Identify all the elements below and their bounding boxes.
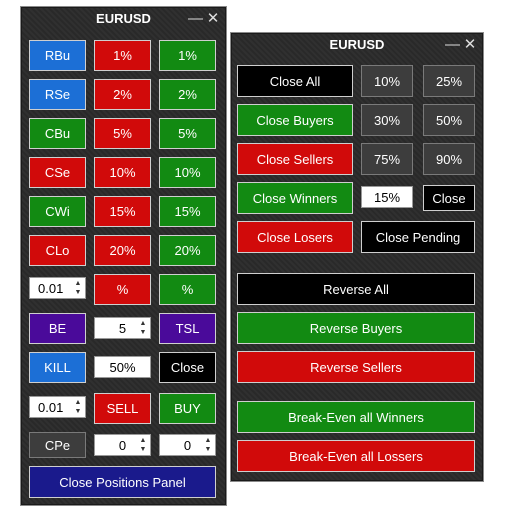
be-count-stepper[interactable]: 5 ▲ ▼ bbox=[94, 317, 151, 339]
cpe-button[interactable]: CPe bbox=[29, 432, 86, 458]
be-button[interactable]: BE bbox=[29, 313, 86, 344]
kill-close-button[interactable]: Close bbox=[159, 352, 216, 383]
breakeven-losers-button[interactable]: Break-Even all Lossers bbox=[237, 440, 475, 472]
spin-up-icon[interactable]: ▲ bbox=[140, 320, 147, 327]
kill-pct-input[interactable]: 50% bbox=[94, 356, 151, 378]
cwi-button[interactable]: CWi bbox=[29, 196, 86, 227]
custom-green-pct-button[interactable]: % bbox=[159, 274, 216, 305]
rse-red-pct-button[interactable]: 2% bbox=[94, 79, 151, 110]
reverse-all-button[interactable]: Reverse All bbox=[237, 273, 475, 305]
close-losers-button[interactable]: Close Losers bbox=[237, 221, 353, 253]
close-buyers-button[interactable]: Close Buyers bbox=[237, 104, 353, 136]
buy-button[interactable]: BUY bbox=[159, 393, 216, 424]
custom-pct-input[interactable]: 15% bbox=[361, 186, 413, 208]
pct-90-button[interactable]: 90% bbox=[423, 143, 475, 175]
rbu-green-pct-button[interactable]: 1% bbox=[159, 40, 216, 71]
clo-button[interactable]: CLo bbox=[29, 235, 86, 266]
reverse-buyers-button[interactable]: Reverse Buyers bbox=[237, 312, 475, 344]
close-pending-button[interactable]: Close Pending bbox=[361, 221, 475, 253]
tsl-button[interactable]: TSL bbox=[159, 313, 216, 344]
kill-button[interactable]: KILL bbox=[29, 352, 86, 383]
spin-down-icon[interactable]: ▼ bbox=[205, 446, 212, 453]
cbu-green-pct-button[interactable]: 5% bbox=[159, 118, 216, 149]
pct-30-button[interactable]: 30% bbox=[361, 104, 413, 136]
pending-stepper-a[interactable]: 0 ▲ ▼ bbox=[94, 434, 151, 456]
rse-green-pct-button[interactable]: 2% bbox=[159, 79, 216, 110]
custom-red-pct-button[interactable]: % bbox=[94, 274, 151, 305]
spin-down-icon[interactable]: ▼ bbox=[75, 408, 82, 415]
spin-up-icon[interactable]: ▲ bbox=[205, 437, 212, 444]
close-winners-button[interactable]: Close Winners bbox=[237, 182, 353, 214]
cbu-red-pct-button[interactable]: 5% bbox=[94, 118, 151, 149]
spin-down-icon[interactable]: ▼ bbox=[140, 446, 147, 453]
clo-red-pct-button[interactable]: 20% bbox=[94, 235, 151, 266]
pct-50-button[interactable]: 50% bbox=[423, 104, 475, 136]
cwi-green-pct-button[interactable]: 15% bbox=[159, 196, 216, 227]
minimize-icon[interactable]: — bbox=[445, 33, 460, 57]
clo-green-pct-button[interactable]: 20% bbox=[159, 235, 216, 266]
pct-75-button[interactable]: 75% bbox=[361, 143, 413, 175]
pct-25-button[interactable]: 25% bbox=[423, 65, 475, 97]
breakeven-winners-button[interactable]: Break-Even all Winners bbox=[237, 401, 475, 433]
close-positions-panel: EURUSD — ✕ Close All 10% 25% Close Buyer… bbox=[230, 32, 484, 482]
left-trade-panel: EURUSD — ✕ RBu 1% 1% RSe 2% 2% CBu 5% 5%… bbox=[20, 6, 227, 506]
reverse-sellers-button[interactable]: Reverse Sellers bbox=[237, 351, 475, 383]
close-positions-panel-button[interactable]: Close Positions Panel bbox=[29, 466, 216, 498]
custom-close-button[interactable]: Close bbox=[423, 185, 475, 211]
spin-up-icon[interactable]: ▲ bbox=[140, 437, 147, 444]
close-icon[interactable]: ✕ bbox=[206, 7, 220, 31]
pct-10-button[interactable]: 10% bbox=[361, 65, 413, 97]
rbu-red-pct-button[interactable]: 1% bbox=[94, 40, 151, 71]
minimize-icon[interactable]: — bbox=[188, 7, 203, 31]
cse-button[interactable]: CSe bbox=[29, 157, 86, 188]
close-all-button[interactable]: Close All bbox=[237, 65, 353, 97]
close-sellers-button[interactable]: Close Sellers bbox=[237, 143, 353, 175]
sell-button[interactable]: SELL bbox=[94, 393, 151, 424]
cbu-button[interactable]: CBu bbox=[29, 118, 86, 149]
order-lot-stepper[interactable]: 0.01 ▲ ▼ bbox=[29, 396, 86, 418]
pending-stepper-b[interactable]: 0 ▲ ▼ bbox=[159, 434, 216, 456]
cse-green-pct-button[interactable]: 10% bbox=[159, 157, 216, 188]
lot-size-stepper[interactable]: 0.01 ▲ ▼ bbox=[29, 277, 86, 299]
spin-down-icon[interactable]: ▼ bbox=[140, 329, 147, 336]
rse-button[interactable]: RSe bbox=[29, 79, 86, 110]
spin-up-icon[interactable]: ▲ bbox=[75, 399, 82, 406]
cse-red-pct-button[interactable]: 10% bbox=[94, 157, 151, 188]
spin-down-icon[interactable]: ▼ bbox=[75, 289, 82, 296]
close-icon[interactable]: ✕ bbox=[463, 33, 477, 57]
rbu-button[interactable]: RBu bbox=[29, 40, 86, 71]
spin-up-icon[interactable]: ▲ bbox=[75, 280, 82, 287]
cwi-red-pct-button[interactable]: 15% bbox=[94, 196, 151, 227]
